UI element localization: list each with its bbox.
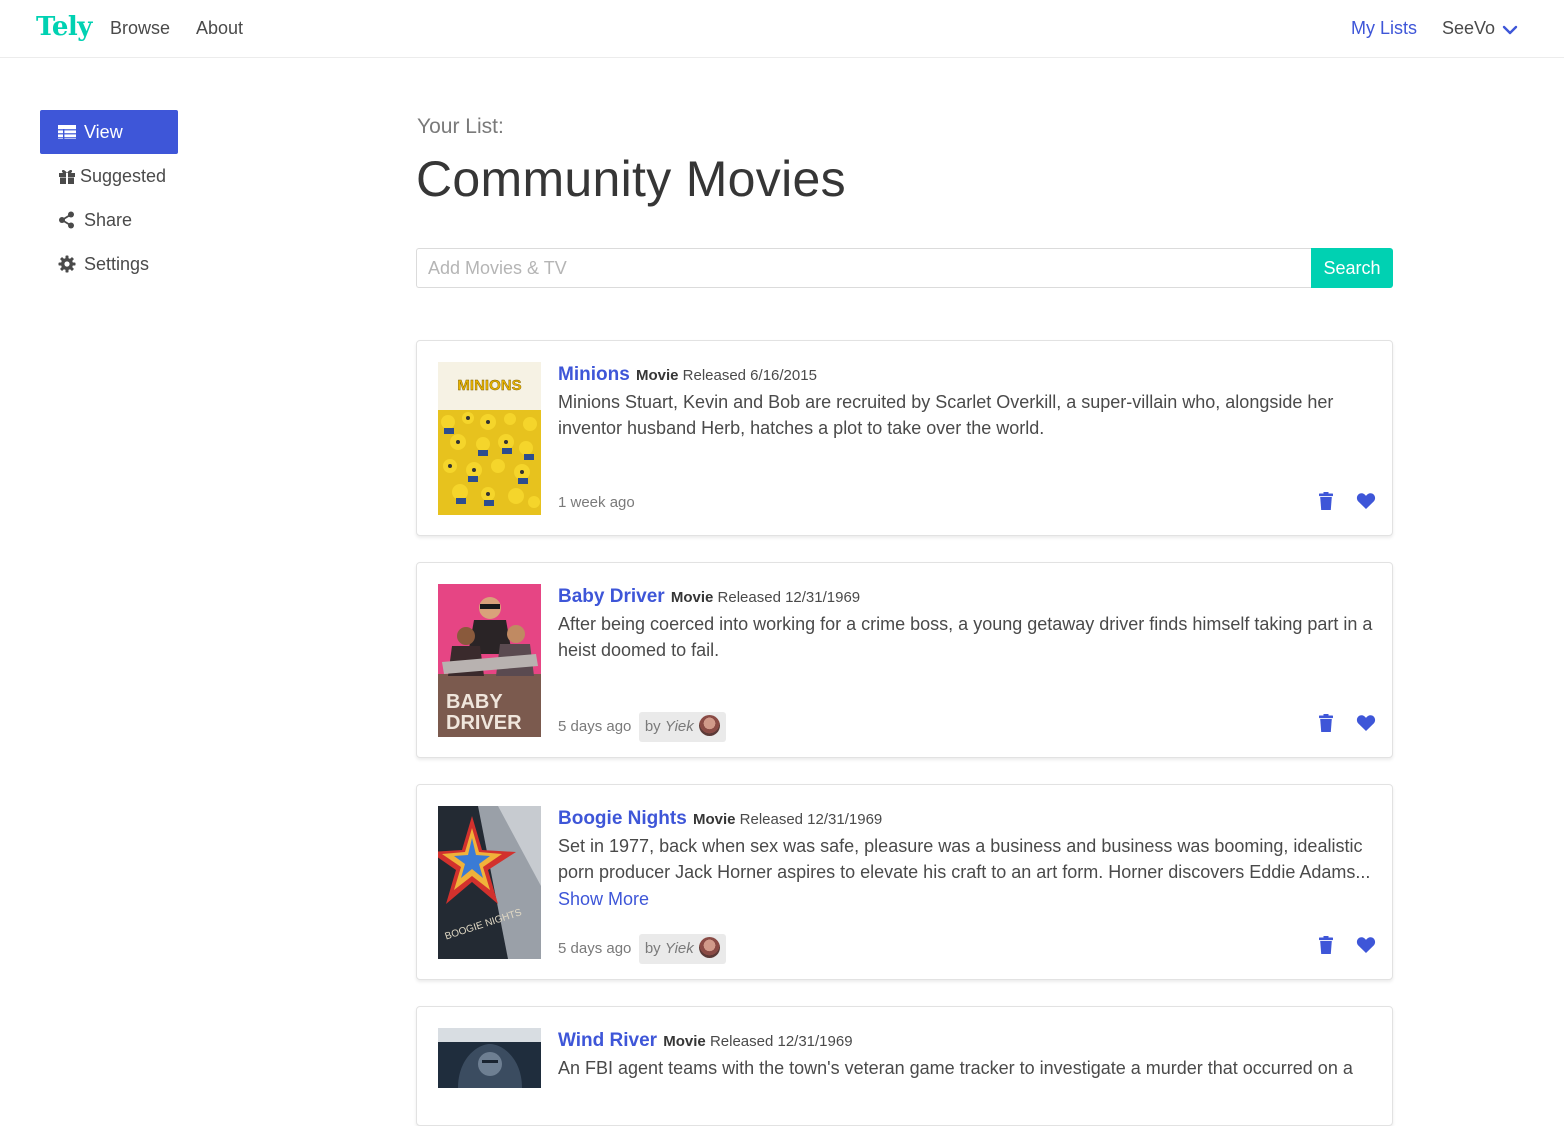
nav-browse-link[interactable]: Browse [110,18,170,39]
list-subtitle: Your List: [417,115,504,138]
gear-icon [58,255,76,273]
list-item: BOOGIE NIGHTS Boogie Nights Movie Releas… [416,784,1393,980]
gift-icon [59,169,75,184]
by-label: by [644,718,661,735]
by-label: by [644,940,661,957]
search-input[interactable] [416,248,1312,288]
added-by-tag[interactable]: by Yiek [638,934,726,964]
release-date: Released 12/31/1969 [709,1033,853,1050]
movie-title-link[interactable]: Boogie Nights [558,808,687,829]
movie-description: Minions Stuart, Kevin and Bob are recrui… [558,392,1334,438]
added-time: 1 week ago [558,494,635,511]
sidebar-item-view[interactable]: View [40,110,178,154]
heart-icon[interactable] [1356,491,1376,511]
table-icon [58,125,76,139]
search-bar: Search [416,248,1393,288]
list-item: Wind River Movie Released 12/31/1969 An … [416,1006,1393,1126]
sidebar-item-label: Suggested [80,166,167,186]
chevron-down-icon[interactable] [1502,22,1518,38]
added-time: 5 days ago [558,940,632,957]
top-navbar: Tely Browse About My Lists SeeVo [0,0,1564,58]
release-date: Released 12/31/1969 [717,589,861,606]
brand-logo[interactable]: Tely [36,12,92,42]
poster-text: DRIVER [446,712,522,734]
movie-title-link[interactable]: Minions [558,364,630,385]
avatar [698,937,720,959]
heart-icon[interactable] [1356,713,1376,733]
poster-text: MINIONS [457,377,521,394]
poster-image: BOOGIE NIGHTS [438,806,541,959]
sidebar-item-label: View [84,122,123,142]
movie-title-link[interactable]: Baby Driver [558,586,665,607]
sidebar-menu: View Suggested Share Settings [40,110,178,286]
user-menu[interactable]: SeeVo [1442,18,1495,39]
poster-image: MINIONS [438,362,541,515]
media-type: Movie [635,367,679,384]
nav-my-lists-link[interactable]: My Lists [1351,18,1417,39]
list-item: BABY DRIVER Baby Driver Movie Released 1… [416,562,1393,758]
movie-description: After being coerced into working for a c… [558,614,1373,660]
sidebar-item-share[interactable]: Share [40,198,178,242]
movie-description: Set in 1977, back when sex was safe, ple… [558,836,1371,882]
heart-icon[interactable] [1356,935,1376,955]
trash-icon[interactable] [1316,713,1336,733]
sidebar-item-suggested[interactable]: Suggested [40,154,178,198]
search-button[interactable]: Search [1311,248,1393,288]
sidebar-item-label: Share [84,210,133,230]
media-type: Movie [692,811,736,828]
media-type: Movie [663,1033,706,1050]
author-name: Yiek [664,718,694,735]
poster-image: BABY DRIVER [438,584,541,737]
poster-text: BABY [446,691,503,713]
share-icon [59,211,74,229]
sidebar-item-label: Settings [84,254,150,274]
added-time: 5 days ago [558,718,632,735]
sidebar-item-settings[interactable]: Settings [40,242,178,286]
show-more-link[interactable]: Show More [558,886,649,912]
trash-icon[interactable] [1316,935,1336,955]
trash-icon[interactable] [1316,491,1336,511]
poster-image [438,1028,541,1088]
movie-description: An FBI agent teams with the town's veter… [558,1058,1353,1078]
list-item: MINIONS Minions Movie Released 6/16/2015… [416,340,1393,536]
page-title: Community Movies [416,151,846,207]
author-name: Yiek [664,940,694,957]
release-date: Released 12/31/1969 [739,811,883,828]
release-date: Released 6/16/2015 [682,367,817,384]
media-type: Movie [670,589,714,606]
movie-title-link[interactable]: Wind River [558,1030,657,1051]
nav-about-link[interactable]: About [196,18,243,39]
avatar [698,715,720,737]
added-by-tag[interactable]: by Yiek [638,712,726,742]
